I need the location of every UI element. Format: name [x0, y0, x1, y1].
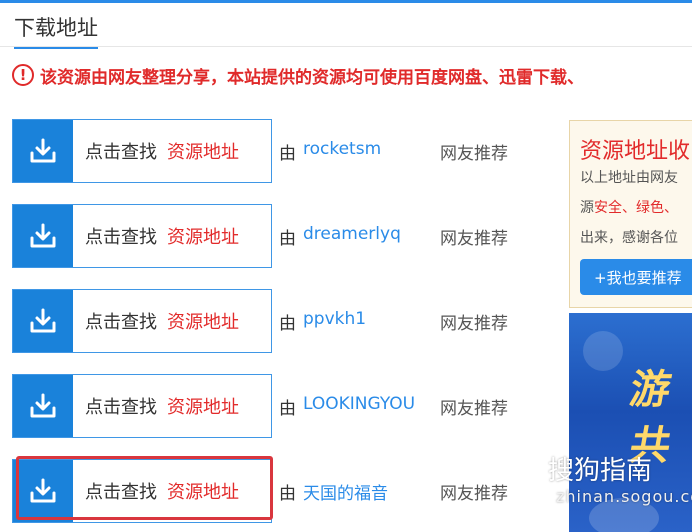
- button-label: 点击查找: [85, 397, 157, 418]
- download-row: 点击查找 资源地址 由 天国的福音 网友推荐: [12, 456, 532, 523]
- by-label: 由: [279, 484, 296, 504]
- exclamation-icon: !: [12, 64, 34, 86]
- find-resource-button[interactable]: 点击查找 资源地址: [12, 289, 272, 353]
- download-icon: [13, 375, 73, 437]
- download-row: 点击查找 资源地址 由 LOOKINGYOU 网友推荐: [12, 374, 532, 438]
- notice-text: 该资源由网友整理分享，本站提供的资源均可使用百度网盘、迅雷下载、: [40, 67, 584, 88]
- by-label: 由: [279, 144, 296, 164]
- recommend-label: 网友推荐: [440, 484, 508, 504]
- watermark-text: 搜狗指南: [548, 456, 653, 486]
- panel-text-line: 出来，感谢各位: [580, 230, 678, 246]
- by-label: 由: [279, 229, 296, 249]
- uploader-link[interactable]: 天国的福音: [303, 479, 388, 504]
- download-icon: [13, 120, 73, 182]
- find-resource-button[interactable]: 点击查找 资源地址: [12, 119, 272, 183]
- panel-text-line: 以上地址由网友: [580, 170, 678, 186]
- button-accent-label: 资源地址: [167, 482, 239, 503]
- find-resource-button[interactable]: 点击查找 资源地址: [12, 374, 272, 438]
- recommend-label: 网友推荐: [440, 314, 508, 334]
- button-accent-label: 资源地址: [167, 397, 239, 418]
- recommend-button[interactable]: +我也要推荐: [580, 259, 692, 295]
- banner-decoration: [583, 331, 623, 371]
- by-label: 由: [279, 314, 296, 334]
- resource-collection-panel: 资源地址收 以上地址由网友 源安全、绿色、 出来，感谢各位 +我也要推荐: [569, 120, 692, 308]
- watermark: S 搜狗指南: [518, 450, 652, 487]
- find-resource-button[interactable]: 点击查找 资源地址: [12, 459, 272, 523]
- watermark-url: zhinan.sogou.com: [556, 487, 692, 506]
- button-accent-label: 资源地址: [167, 227, 239, 248]
- download-row: 点击查找 资源地址 由 dreamerlyq 网友推荐: [12, 204, 532, 268]
- download-row: 点击查找 资源地址 由 ppvkh1 网友推荐: [12, 289, 532, 353]
- button-label: 点击查找: [85, 142, 157, 163]
- uploader-link[interactable]: LOOKINGYOU: [303, 394, 415, 414]
- section-divider: [0, 46, 692, 47]
- panel-title: 资源地址收: [580, 139, 691, 164]
- button-label: 点击查找: [85, 227, 157, 248]
- recommend-label: 网友推荐: [440, 399, 508, 419]
- download-icon: [13, 205, 73, 267]
- button-accent-label: 资源地址: [167, 142, 239, 163]
- download-row: 点击查找 资源地址 由 rocketsm 网友推荐: [12, 119, 532, 183]
- recommend-label: 网友推荐: [440, 144, 508, 164]
- download-icon: [13, 460, 73, 522]
- download-icon: [13, 290, 73, 352]
- button-label: 点击查找: [85, 482, 157, 503]
- find-resource-button[interactable]: 点击查找 资源地址: [12, 204, 272, 268]
- panel-text-prefix: 源: [580, 200, 594, 216]
- uploader-link[interactable]: ppvkh1: [303, 309, 366, 329]
- button-accent-label: 资源地址: [167, 312, 239, 333]
- section-title: 下载地址: [14, 14, 98, 49]
- uploader-link[interactable]: rocketsm: [303, 139, 381, 159]
- recommend-label: 网友推荐: [440, 229, 508, 249]
- notice-bar: ! 该资源由网友整理分享，本站提供的资源均可使用百度网盘、迅雷下载、: [12, 60, 584, 90]
- uploader-link[interactable]: dreamerlyq: [303, 224, 401, 244]
- button-label: 点击查找: [85, 312, 157, 333]
- by-label: 由: [279, 399, 296, 419]
- banner-text: 游: [626, 367, 675, 413]
- panel-text-line: 源安全、绿色、: [580, 197, 678, 217]
- panel-text-highlight: 安全、绿色、: [594, 200, 678, 216]
- sogou-logo-icon: S: [518, 455, 544, 482]
- top-accent-line: [0, 0, 692, 3]
